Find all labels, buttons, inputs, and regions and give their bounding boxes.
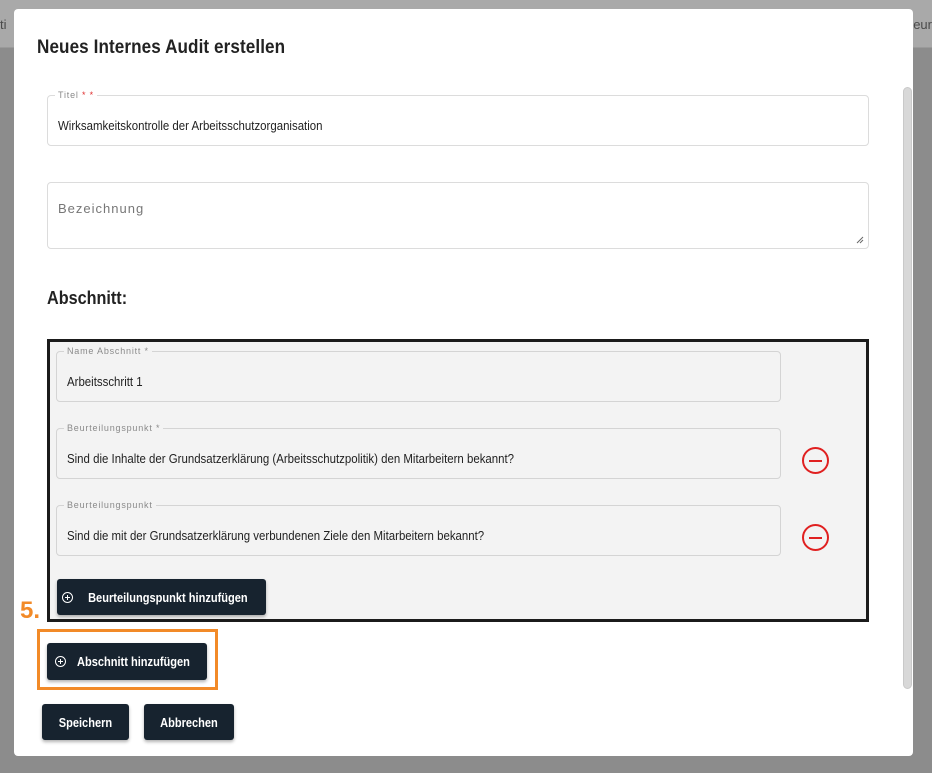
resize-handle-icon[interactable] (856, 236, 864, 244)
save-button-label: Speichern (58, 714, 113, 730)
assessment-point-field[interactable]: Beurteilungspunkt Sind die mit der Grund… (56, 500, 781, 556)
minus-circle-icon (809, 459, 822, 462)
add-section-button[interactable]: Abschnitt hinzufügen (47, 643, 207, 680)
save-button[interactable]: Speichern (42, 704, 129, 740)
remove-assessment-point-button[interactable] (802, 524, 829, 551)
title-field-label: Titel * * (55, 90, 97, 100)
assessment-point-label: Beurteilungspunkt (64, 500, 156, 510)
title-field[interactable]: Titel * * Wirksamkeitskontrolle der Arbe… (47, 90, 869, 146)
assessment-point-value: Sind die Inhalte der Grundsatzerklärung … (67, 451, 515, 466)
required-marker: * * (81, 90, 94, 100)
cancel-button[interactable]: Abbrechen (144, 704, 234, 740)
section-name-label: Name Abschnitt * (64, 346, 152, 356)
plus-circle-icon (61, 591, 73, 603)
section-container: Name Abschnitt * Arbeitsschritt 1 Beurte… (47, 339, 869, 622)
minus-circle-icon (809, 536, 822, 539)
remove-assessment-point-button[interactable] (802, 447, 829, 474)
title-field-value: Wirksamkeitskontrolle der Arbeitsschutzo… (58, 118, 323, 133)
description-placeholder: Bezeichnung (58, 201, 145, 216)
dialog-scrollbar[interactable] (903, 87, 912, 689)
section-name-value: Arbeitsschritt 1 (67, 374, 143, 389)
plus-circle-icon (54, 656, 66, 667)
add-section-label: Abschnitt hinzufügen (76, 654, 190, 669)
background-tab-fragment: ti (0, 17, 7, 32)
step-number-label: 5. (20, 597, 41, 624)
assessment-point-value: Sind die mit der Grundsatzerklärung verb… (67, 528, 485, 543)
section-heading: Abschnitt: (47, 288, 128, 308)
add-assessment-point-button[interactable]: Beurteilungspunkt hinzufügen (57, 579, 266, 615)
add-assessment-point-label: Beurteilungspunkt hinzufügen (87, 589, 248, 605)
section-name-field[interactable]: Name Abschnitt * Arbeitsschritt 1 (56, 346, 781, 402)
assessment-point-field[interactable]: Beurteilungspunkt * Sind die Inhalte der… (56, 423, 781, 479)
description-textarea[interactable]: Bezeichnung (47, 182, 869, 249)
background-tab-fragment: eur (913, 17, 932, 32)
cancel-button-label: Abbrechen (160, 714, 218, 730)
dialog-title: Neues Internes Audit erstellen (37, 37, 286, 58)
create-audit-dialog: Neues Internes Audit erstellen Titel * *… (14, 9, 913, 756)
assessment-point-label: Beurteilungspunkt * (64, 423, 164, 433)
